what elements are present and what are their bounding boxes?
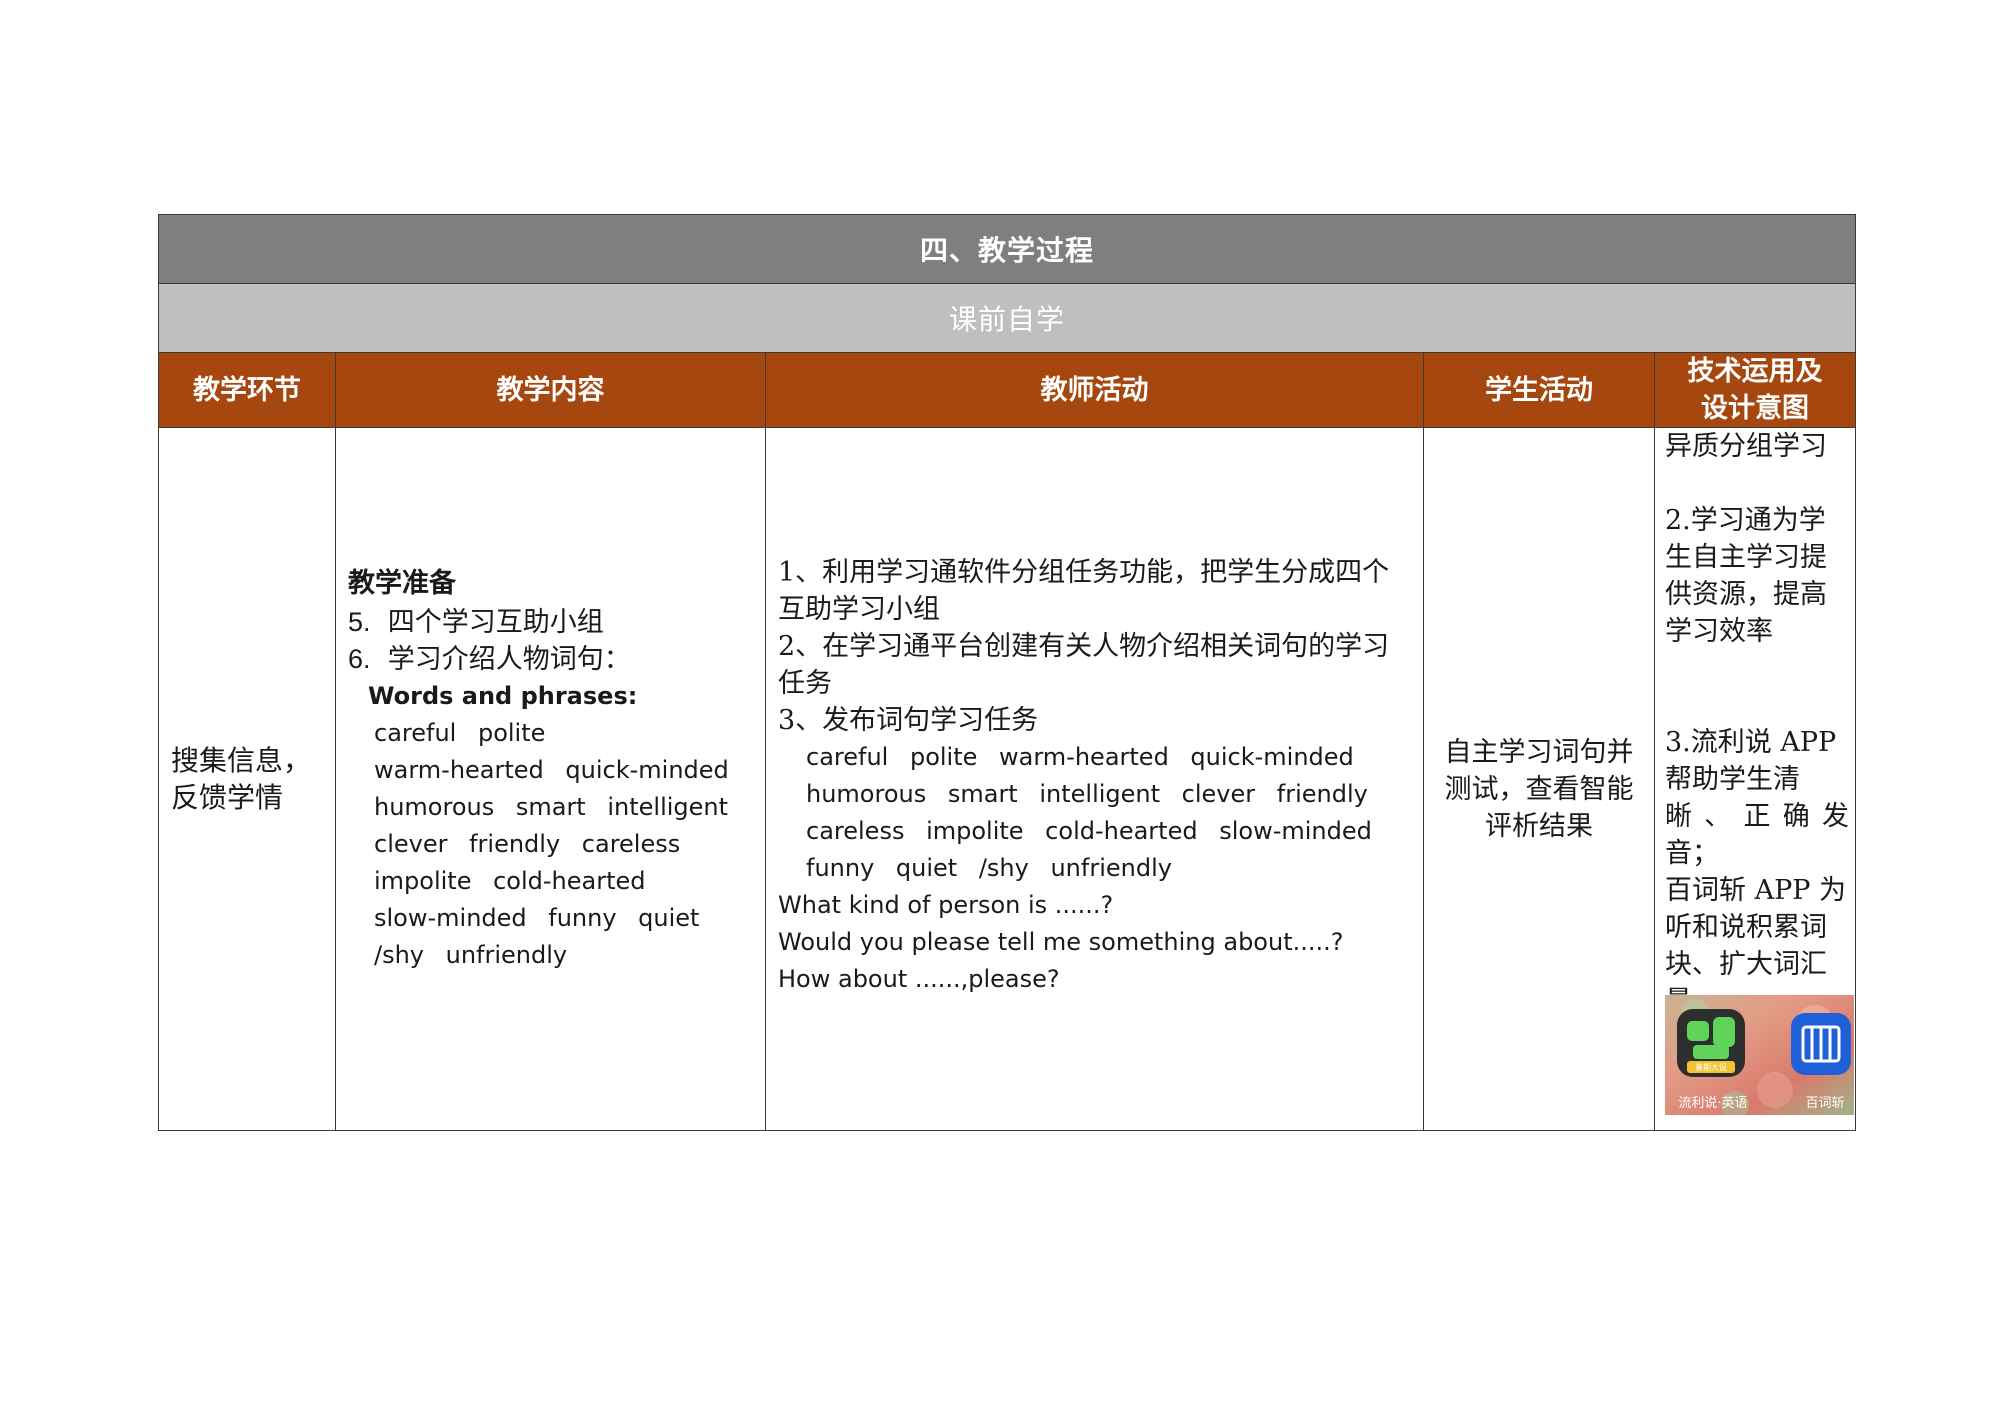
teacher-word-line: careful polite warm-hearted quick-minded	[806, 743, 1354, 771]
teacher-word-line: careless impolite cold-hearted slow-mind…	[806, 817, 1372, 845]
cell-content: 教学准备 5. 四个学习互助小组 6. 学习介绍人物词句： Words and …	[335, 427, 766, 1131]
student-line: 评析结果	[1485, 811, 1593, 842]
table-body-row: 搜集信息， 反馈学情 教学准备 5. 四个学习互助小组 6. 学习介绍人物词句：…	[158, 427, 1857, 1131]
teacher-sentence: What kind of person is ......?	[778, 891, 1114, 919]
app-label-right: 百词斩	[1805, 1096, 1844, 1111]
design-line: 听和说积累词	[1665, 912, 1827, 943]
content-item-5: 5. 四个学习互助小组	[348, 604, 757, 641]
app-icons-graphic: 暑期大促 流利说·英语 百词斩	[1665, 995, 1854, 1115]
content-heading: 教学准备	[348, 568, 456, 599]
stage-line: 搜集信息，	[171, 744, 312, 777]
word-line: humorous smart intelligent	[374, 793, 729, 821]
design-line: 帮助学生清	[1665, 764, 1800, 795]
column-header-row: 教学环节 教学内容 教师活动 学生活动 技术运用及 设计意图	[158, 352, 1857, 428]
design-line: 晰、正确发音；	[1665, 801, 1850, 869]
student-line: 测试，查看智能	[1444, 774, 1634, 805]
word-line: impolite cold-hearted	[374, 867, 646, 895]
design-line: 百词斩 APP 为	[1665, 875, 1846, 906]
words-title: Words and phrases:	[368, 682, 638, 710]
header-student: 学生活动	[1423, 352, 1655, 428]
word-line: /shy unfriendly	[374, 941, 568, 969]
baicizhan-app-icon	[1791, 1013, 1851, 1075]
design-line: 块、扩大词汇	[1665, 949, 1827, 980]
word-line: slow-minded funny quiet	[374, 904, 700, 932]
stage-line: 反馈学情	[171, 781, 284, 814]
content-block: 教学准备 5. 四个学习互助小组 6. 学习介绍人物词句： Words and …	[348, 564, 757, 974]
word-line: clever friendly careless	[374, 830, 681, 858]
liulishuo-app-icon: 暑期大促	[1677, 1009, 1745, 1077]
table-title: 四、教学过程	[157, 214, 1857, 284]
teacher-line: 2、在学习通平台创建有关人物介绍相关词句的学习	[778, 631, 1390, 662]
header-stage: 教学环节	[158, 352, 336, 428]
app-label-left: 流利说·英语	[1678, 1096, 1747, 1111]
design-line: 3.流利说 APP	[1665, 727, 1837, 758]
teacher-word-line: funny quiet /shy unfriendly	[806, 854, 1172, 882]
design-line: 学习效率	[1665, 616, 1773, 647]
teaching-process-table: 四、教学过程 课前自学 教学环节 教学内容 教师活动 学生活动 技术运用及 设计…	[157, 214, 1857, 1131]
header-design-line2: 设计意图	[1701, 393, 1809, 424]
table-subtitle-row: 课前自学	[157, 283, 1857, 353]
teacher-sentence: Would you please tell me something about…	[778, 928, 1344, 956]
teacher-word-line: humorous smart intelligent clever friend…	[806, 780, 1368, 808]
teacher-line: 任务	[778, 668, 832, 699]
table-title-row: 四、教学过程	[157, 214, 1857, 284]
design-p1: 异质分组学习	[1665, 431, 1827, 462]
app-badge: 暑期大促	[1695, 1062, 1727, 1072]
cell-design: 异质分组学习 2.学习通为学 生自主学习提 供资源，提高 学习效率 3.流利说 …	[1653, 427, 1857, 1131]
teacher-sentence: How about ......,please?	[778, 965, 1060, 993]
header-teacher: 教师活动	[765, 352, 1424, 428]
document-page: 四、教学过程 课前自学 教学环节 教学内容 教师活动 学生活动 技术运用及 设计…	[0, 0, 1995, 1411]
header-design-line1: 技术运用及	[1687, 356, 1823, 387]
item-text: 学习介绍人物词句：	[387, 644, 631, 675]
design-block: 异质分组学习 2.学习通为学 生自主学习提 供资源，提高 学习效率 3.流利说 …	[1665, 428, 1849, 1020]
design-line: 生自主学习提	[1665, 542, 1827, 573]
student-line: 自主学习词句并	[1444, 737, 1634, 768]
table-subtitle: 课前自学	[157, 283, 1857, 353]
item-text: 四个学习互助小组	[387, 607, 604, 638]
design-line: 2.学习通为学	[1665, 505, 1826, 536]
stage-text: 搜集信息， 反馈学情	[159, 742, 335, 816]
teacher-line: 3、发布词句学习任务	[778, 705, 1039, 736]
cell-student: 自主学习词句并 测试，查看智能 评析结果	[1423, 427, 1655, 1131]
teacher-block: 1、利用学习通软件分组任务功能，把学生分成四个 互助学习小组 2、在学习通平台创…	[778, 554, 1417, 998]
item-number: 6.	[348, 644, 371, 674]
word-line: warm-hearted quick-minded	[374, 756, 729, 784]
teacher-line: 1、利用学习通软件分组任务功能，把学生分成四个	[778, 557, 1390, 588]
header-content: 教学内容	[335, 352, 766, 428]
student-block: 自主学习词句并 测试，查看智能 评析结果	[1434, 734, 1644, 845]
header-design: 技术运用及 设计意图	[1653, 352, 1857, 428]
cell-teacher: 1、利用学习通软件分组任务功能，把学生分成四个 互助学习小组 2、在学习通平台创…	[765, 427, 1424, 1131]
design-line: 供资源，提高	[1665, 579, 1827, 610]
cell-stage: 搜集信息， 反馈学情	[158, 427, 336, 1131]
item-number: 5.	[348, 607, 371, 637]
word-line: careful polite	[374, 719, 546, 747]
teacher-line: 互助学习小组	[778, 594, 940, 625]
app-icons-image: 暑期大促 流利说·英语 百词斩	[1665, 995, 1854, 1115]
content-item-6: 6. 学习介绍人物词句：	[348, 641, 757, 678]
